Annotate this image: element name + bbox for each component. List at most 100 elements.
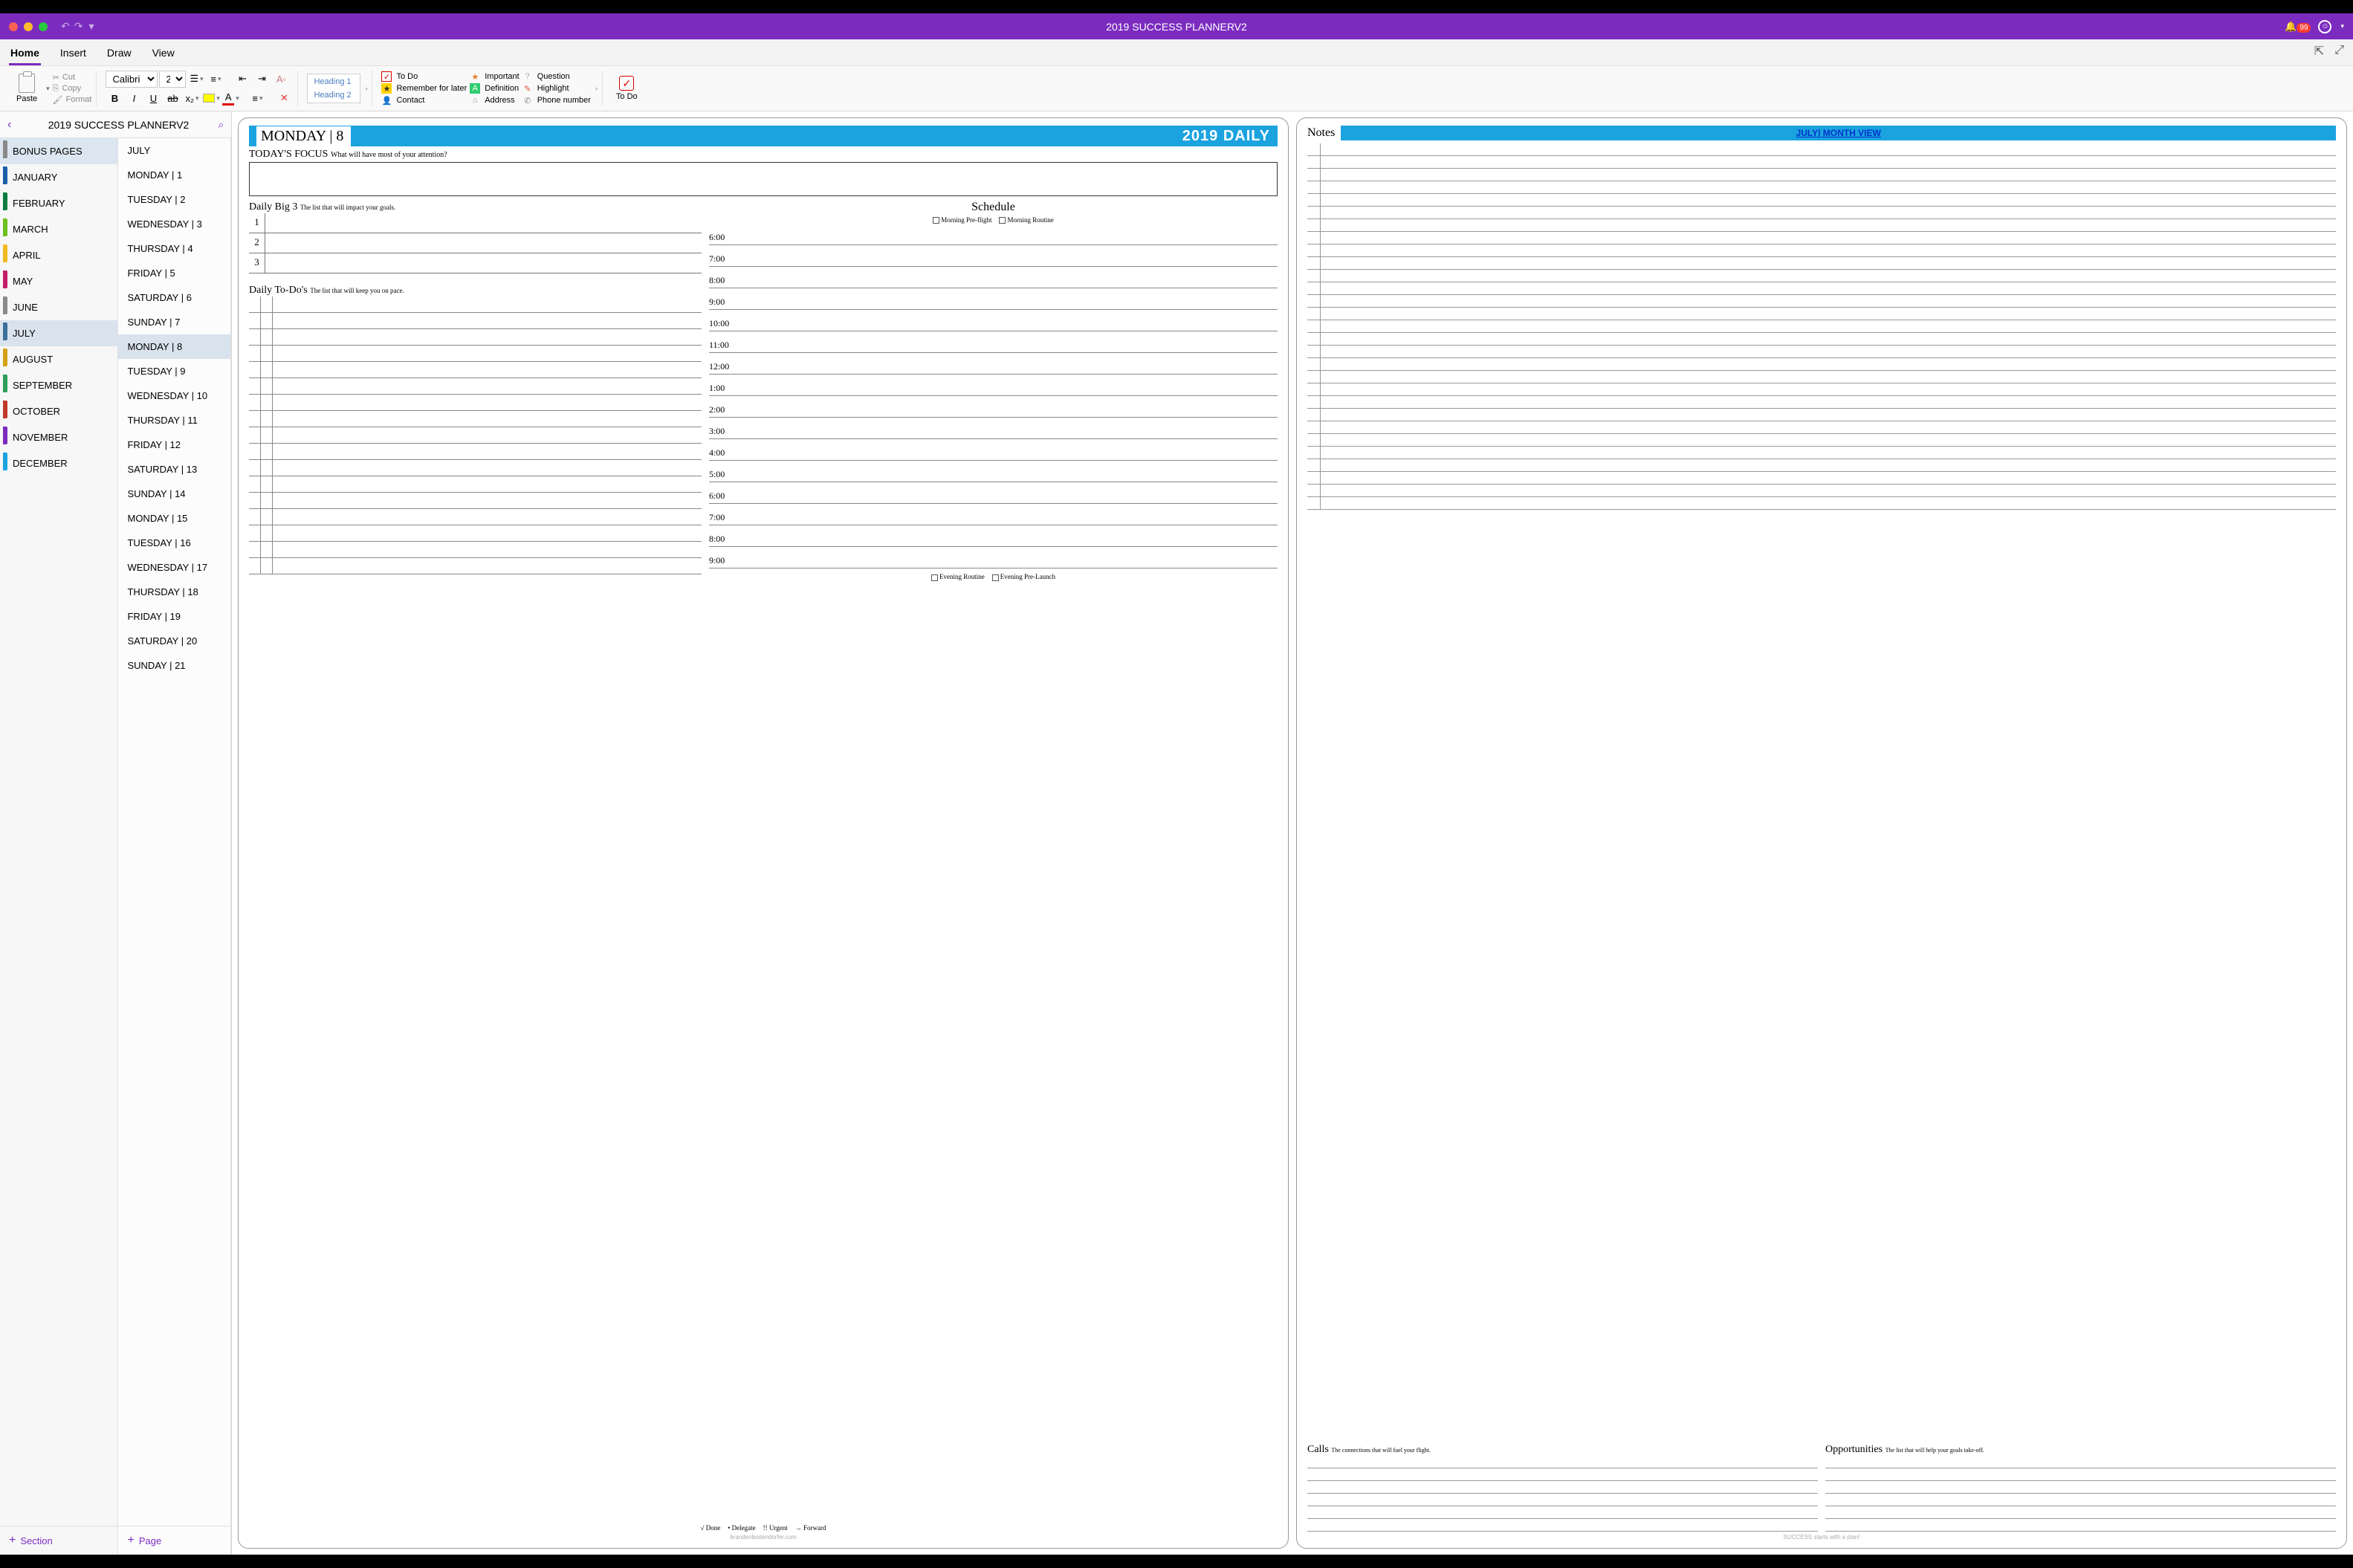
page-item[interactable]: SATURDAY | 13: [118, 457, 230, 482]
section-item[interactable]: JANUARY: [0, 164, 117, 190]
opportunity-line[interactable]: [1825, 1456, 2336, 1468]
calls-line[interactable]: [1307, 1494, 1818, 1506]
todo-button[interactable]: ✓ To Do: [612, 76, 642, 101]
font-size-select[interactable]: 20: [159, 71, 186, 88]
notes-line[interactable]: [1307, 358, 2336, 371]
page-item[interactable]: MONDAY | 1: [118, 163, 230, 187]
schedule-row[interactable]: 8:00: [709, 267, 1278, 288]
notes-line[interactable]: [1307, 371, 2336, 383]
notes-line[interactable]: [1307, 282, 2336, 295]
todo-row[interactable]: [249, 346, 702, 362]
page-item[interactable]: SUNDAY | 7: [118, 310, 230, 334]
notes-line[interactable]: [1307, 383, 2336, 396]
italic-button[interactable]: I: [125, 90, 143, 106]
page-canvas[interactable]: MONDAY | 8 2019 DAILY TODAY'S FOCUS What…: [232, 111, 2353, 1555]
styles-gallery[interactable]: Heading 1 Heading 2: [307, 74, 360, 103]
page-item[interactable]: TUESDAY | 2: [118, 187, 230, 212]
tag-contact[interactable]: 👤Contact: [381, 95, 467, 106]
notes-line[interactable]: [1307, 207, 2336, 219]
notes-line[interactable]: [1307, 434, 2336, 447]
opportunity-line[interactable]: [1825, 1506, 2336, 1519]
schedule-row[interactable]: 4:00: [709, 439, 1278, 461]
zoom-icon[interactable]: [39, 22, 48, 31]
page-item[interactable]: MONDAY | 8: [118, 334, 230, 359]
strikethrough-button[interactable]: ab: [164, 90, 181, 106]
page-item[interactable]: SATURDAY | 6: [118, 285, 230, 310]
notes-line[interactable]: [1307, 485, 2336, 497]
add-page-button[interactable]: +Page: [118, 1526, 230, 1555]
section-item[interactable]: AUGUST: [0, 346, 117, 372]
todo-row[interactable]: [249, 329, 702, 346]
indent-button[interactable]: ⇥: [253, 71, 271, 87]
big3-row[interactable]: 3: [249, 253, 702, 273]
notes-line[interactable]: [1307, 219, 2336, 232]
section-item[interactable]: NOVEMBER: [0, 424, 117, 450]
section-item[interactable]: SEPTEMBER: [0, 372, 117, 398]
notes-line[interactable]: [1307, 244, 2336, 257]
calls-line[interactable]: [1307, 1456, 1818, 1468]
close-icon[interactable]: [9, 22, 18, 31]
page-item[interactable]: FRIDAY | 5: [118, 261, 230, 285]
section-item[interactable]: OCTOBER: [0, 398, 117, 424]
section-item[interactable]: APRIL: [0, 242, 117, 268]
notes-line[interactable]: [1307, 333, 2336, 346]
schedule-row[interactable]: 7:00: [709, 504, 1278, 525]
notes-line[interactable]: [1307, 421, 2336, 434]
todo-row[interactable]: [249, 509, 702, 525]
section-item[interactable]: MARCH: [0, 216, 117, 242]
notification-icon[interactable]: 🔔99: [2285, 21, 2311, 33]
section-item[interactable]: DECEMBER: [0, 450, 117, 476]
schedule-row[interactable]: 8:00: [709, 525, 1278, 547]
section-item[interactable]: MAY: [0, 268, 117, 294]
clear-formatting-button[interactable]: A◦: [272, 71, 290, 87]
calls-line[interactable]: [1307, 1481, 1818, 1494]
highlight-button[interactable]: ▾: [202, 90, 220, 106]
notes-line[interactable]: [1307, 156, 2336, 169]
tag-question[interactable]: ?Question: [522, 71, 591, 82]
undo-icon[interactable]: ↶: [61, 20, 70, 33]
todo-row[interactable]: [249, 378, 702, 395]
todo-row[interactable]: [249, 297, 702, 313]
big3-row[interactable]: 1: [249, 213, 702, 233]
schedule-row[interactable]: 12:00: [709, 353, 1278, 375]
notes-line[interactable]: [1307, 270, 2336, 282]
tag-phone[interactable]: ✆Phone number: [522, 95, 591, 106]
page-item[interactable]: TUESDAY | 9: [118, 359, 230, 383]
back-icon[interactable]: ‹: [7, 118, 11, 132]
feedback-icon[interactable]: ☺: [2318, 20, 2331, 33]
notes-line[interactable]: [1307, 308, 2336, 320]
numbering-button[interactable]: ≡▾: [207, 71, 224, 87]
schedule-row[interactable]: 10:00: [709, 310, 1278, 331]
tags-chevron-icon[interactable]: ›: [595, 85, 598, 92]
schedule-row[interactable]: 9:00: [709, 288, 1278, 310]
customize-toolbar-icon[interactable]: ▾: [88, 20, 94, 33]
schedule-row[interactable]: 3:00: [709, 418, 1278, 439]
paste-button[interactable]: Paste: [12, 72, 42, 105]
todo-row[interactable]: [249, 427, 702, 444]
schedule-row[interactable]: 7:00: [709, 245, 1278, 267]
notes-line[interactable]: [1307, 447, 2336, 459]
notes-line[interactable]: [1307, 396, 2336, 409]
todo-row[interactable]: [249, 542, 702, 558]
tab-view[interactable]: View: [151, 44, 176, 65]
cut-button[interactable]: ✂Cut: [53, 73, 92, 82]
todo-row[interactable]: [249, 460, 702, 476]
style-heading1[interactable]: Heading 1: [314, 77, 354, 86]
calls-line[interactable]: [1307, 1519, 1818, 1532]
schedule-row[interactable]: 6:00: [709, 482, 1278, 504]
page-item[interactable]: WEDNESDAY | 17: [118, 555, 230, 580]
section-item[interactable]: JULY: [0, 320, 117, 346]
notes-line[interactable]: [1307, 295, 2336, 308]
tab-insert[interactable]: Insert: [59, 44, 88, 65]
section-item[interactable]: JUNE: [0, 294, 117, 320]
font-family-select[interactable]: Calibri: [106, 71, 158, 88]
morning-routine-checkbox[interactable]: Morning Routine: [999, 216, 1053, 224]
style-heading2[interactable]: Heading 2: [314, 91, 354, 100]
page-item[interactable]: TUESDAY | 16: [118, 531, 230, 555]
tag-todo[interactable]: ✓To Do: [381, 71, 467, 82]
notes-line[interactable]: [1307, 409, 2336, 421]
page-item[interactable]: SATURDAY | 20: [118, 629, 230, 653]
opportunity-line[interactable]: [1825, 1519, 2336, 1532]
paste-chevron-icon[interactable]: ▾: [46, 85, 50, 93]
delete-button[interactable]: ✕: [275, 90, 293, 106]
